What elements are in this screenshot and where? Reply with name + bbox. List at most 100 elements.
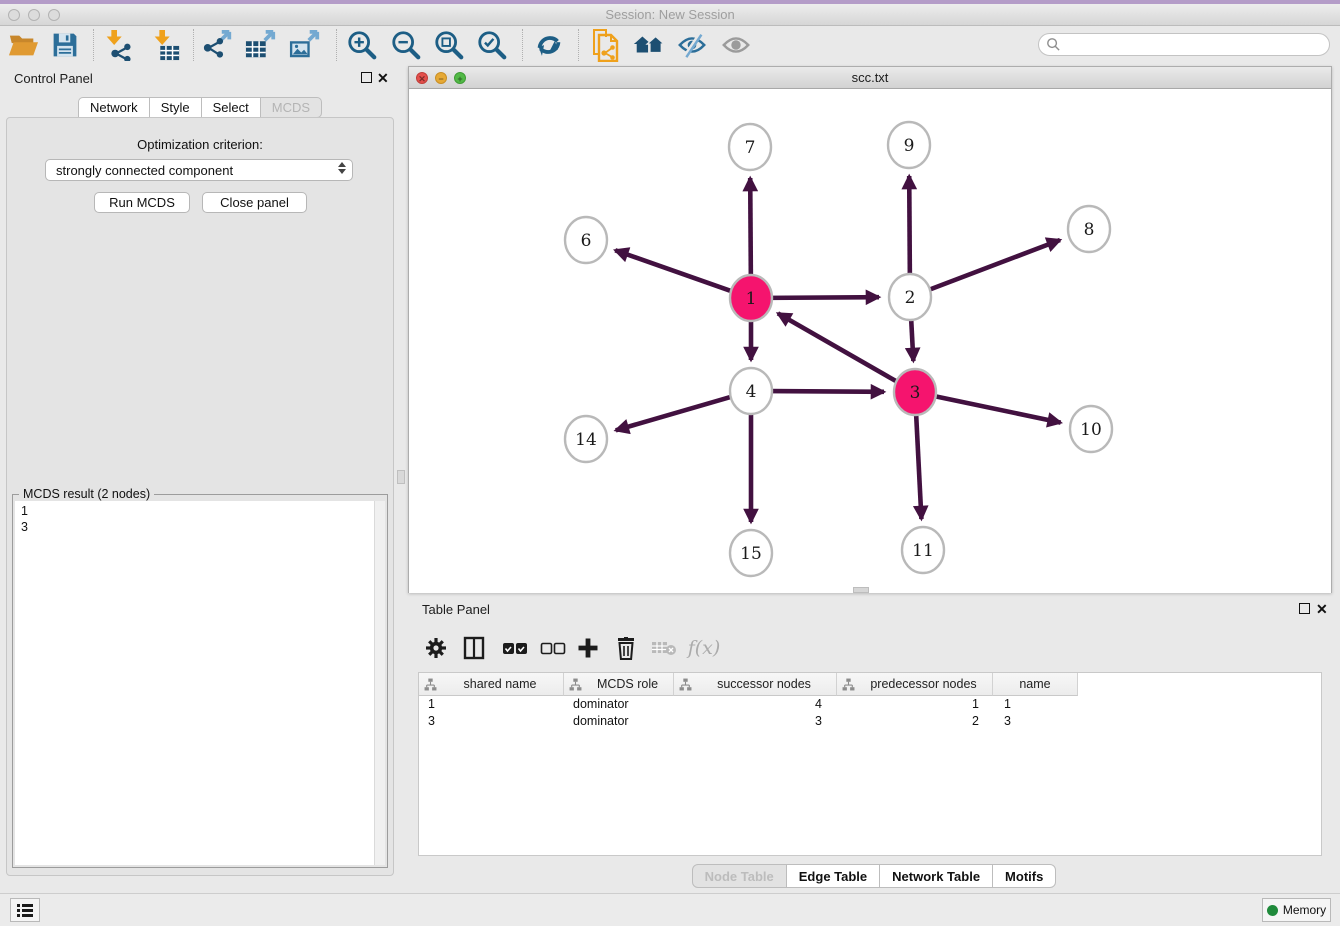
cell-successor-nodes[interactable]: 4 — [674, 696, 837, 713]
delete-column-icon[interactable] — [612, 634, 640, 662]
tab-node-table[interactable]: Node Table — [692, 864, 787, 888]
graph-edge-2-3[interactable] — [911, 315, 913, 361]
run-mcds-button[interactable]: Run MCDS — [94, 192, 190, 213]
table-panel-header: Table Panel ✕ — [408, 596, 1340, 622]
graph-edge-1-7[interactable] — [750, 178, 751, 280]
zoom-in-icon[interactable] — [345, 28, 379, 62]
result-scrollbar[interactable] — [374, 501, 385, 865]
tab-network-table[interactable]: Network Table — [879, 864, 993, 888]
search-input[interactable] — [1038, 33, 1330, 56]
table-settings-icon[interactable] — [422, 634, 450, 662]
graph-edge-4-3[interactable] — [769, 391, 884, 392]
cell-predecessor-nodes[interactable]: 1 — [837, 696, 993, 713]
export-table-icon[interactable] — [244, 28, 278, 62]
home-layout-icon[interactable] — [632, 28, 666, 62]
add-column-icon[interactable] — [574, 634, 602, 662]
network-canvas[interactable]: 1234678910111415 — [409, 89, 1331, 593]
task-history-button[interactable] — [10, 898, 40, 922]
table-toolbar: f(x) — [418, 628, 1330, 668]
cell-shared-name[interactable]: 1 — [419, 696, 564, 713]
toolbar-separator — [93, 29, 94, 61]
mcds-result-list[interactable]: 1 3 — [15, 501, 385, 865]
delete-table-icon[interactable] — [650, 634, 678, 662]
tab-style[interactable]: Style — [149, 97, 202, 118]
graph-node-label: 11 — [912, 541, 934, 561]
tab-select[interactable]: Select — [201, 97, 261, 118]
close-panel-button[interactable]: Close panel — [202, 192, 307, 213]
control-panel-header: Control Panel ✕ — [0, 64, 400, 92]
zoom-fit-icon[interactable] — [432, 28, 466, 62]
import-table-icon[interactable] — [148, 28, 182, 62]
network-graph[interactable]: 1234678910111415 — [409, 89, 1331, 593]
hide-graphics-details-icon[interactable] — [675, 28, 709, 62]
show-columns-icon[interactable] — [460, 634, 488, 662]
panel-splitter-handle[interactable] — [397, 470, 405, 484]
column-header-name[interactable]: name — [993, 673, 1078, 696]
table-row[interactable]: 1 dominator 4 1 1 — [419, 696, 1321, 713]
graph-edge-1-6[interactable] — [615, 250, 734, 292]
column-header-shared-name[interactable]: shared name — [419, 673, 564, 696]
graph-edge-4-14[interactable] — [616, 396, 734, 430]
import-network-icon[interactable] — [100, 28, 134, 62]
graph-node-label: 3 — [910, 383, 921, 403]
control-panel-tabs: Network Style Select MCDS — [78, 97, 322, 118]
zoom-selected-icon[interactable] — [475, 28, 509, 62]
export-image-icon[interactable] — [288, 28, 322, 62]
graph-edge-3-1[interactable] — [778, 313, 899, 383]
list-icon — [17, 904, 33, 917]
tab-edge-table[interactable]: Edge Table — [786, 864, 880, 888]
graph-edge-3-11[interactable] — [916, 410, 922, 519]
graph-edge-3-10[interactable] — [933, 396, 1061, 423]
criterion-select[interactable]: strongly connected component — [45, 159, 353, 181]
control-panel-title: Control Panel — [0, 71, 93, 86]
memory-label: Memory — [1283, 903, 1326, 917]
cell-name[interactable]: 1 — [993, 696, 1078, 713]
cell-predecessor-nodes[interactable]: 2 — [837, 713, 993, 730]
function-builder-icon[interactable]: f(x) — [690, 634, 718, 662]
select-all-icon[interactable] — [501, 634, 529, 662]
column-header-mcds-role[interactable]: MCDS role — [564, 673, 674, 696]
graph-edge-2-8[interactable] — [927, 240, 1060, 291]
network-window-titlebar[interactable]: ✕ − + scc.txt — [409, 67, 1331, 89]
deselect-all-icon[interactable] — [539, 634, 567, 662]
close-panel-icon[interactable]: ✕ — [377, 73, 389, 84]
cell-mcds-role[interactable]: dominator — [564, 696, 674, 713]
mcds-result-title: MCDS result (2 nodes) — [19, 487, 154, 501]
tab-motifs[interactable]: Motifs — [992, 864, 1056, 888]
application-window: Session: New Session — [0, 0, 1340, 926]
main-toolbar — [0, 26, 1340, 64]
mcds-result-group: MCDS result (2 nodes) 1 3 — [12, 494, 388, 868]
hierarchy-icon — [679, 678, 692, 691]
cell-name[interactable]: 3 — [993, 713, 1078, 730]
graph-edge-1-2[interactable] — [769, 297, 879, 298]
export-network-icon[interactable] — [201, 28, 235, 62]
column-header-successor-nodes[interactable]: successor nodes — [674, 673, 837, 696]
open-session-icon[interactable] — [6, 28, 40, 62]
memory-button[interactable]: Memory — [1262, 898, 1331, 922]
column-header-predecessor-nodes[interactable]: predecessor nodes — [837, 673, 993, 696]
hierarchy-icon — [424, 678, 437, 691]
mcds-result-line: 1 — [21, 503, 385, 519]
tab-network[interactable]: Network — [78, 97, 150, 118]
table-header-row: shared name MCDS role successor nodes pr… — [419, 673, 1321, 696]
refresh-icon[interactable] — [532, 28, 566, 62]
show-graphics-details-icon[interactable] — [719, 28, 753, 62]
window-title: Session: New Session — [0, 7, 1340, 22]
tab-mcds[interactable]: MCDS — [260, 97, 322, 118]
table-panel-tabs: Node Table Edge Table Network Table Moti… — [408, 864, 1340, 888]
cell-successor-nodes[interactable]: 3 — [674, 713, 837, 730]
hierarchy-icon — [569, 678, 582, 691]
save-session-icon[interactable] — [48, 28, 82, 62]
duplicate-network-icon[interactable] — [588, 28, 622, 62]
memory-status-icon — [1267, 905, 1278, 916]
zoom-out-icon[interactable] — [389, 28, 423, 62]
float-panel-icon[interactable] — [361, 72, 372, 83]
network-resize-handle[interactable] — [853, 587, 869, 593]
close-table-panel-icon[interactable]: ✕ — [1316, 604, 1328, 615]
window-titlebar[interactable]: Session: New Session — [0, 4, 1340, 26]
float-table-panel-icon[interactable] — [1299, 603, 1310, 614]
table-row[interactable]: 3 dominator 3 2 3 — [419, 713, 1321, 730]
graph-edge-2-9[interactable] — [909, 176, 910, 279]
cell-mcds-role[interactable]: dominator — [564, 713, 674, 730]
cell-shared-name[interactable]: 3 — [419, 713, 564, 730]
